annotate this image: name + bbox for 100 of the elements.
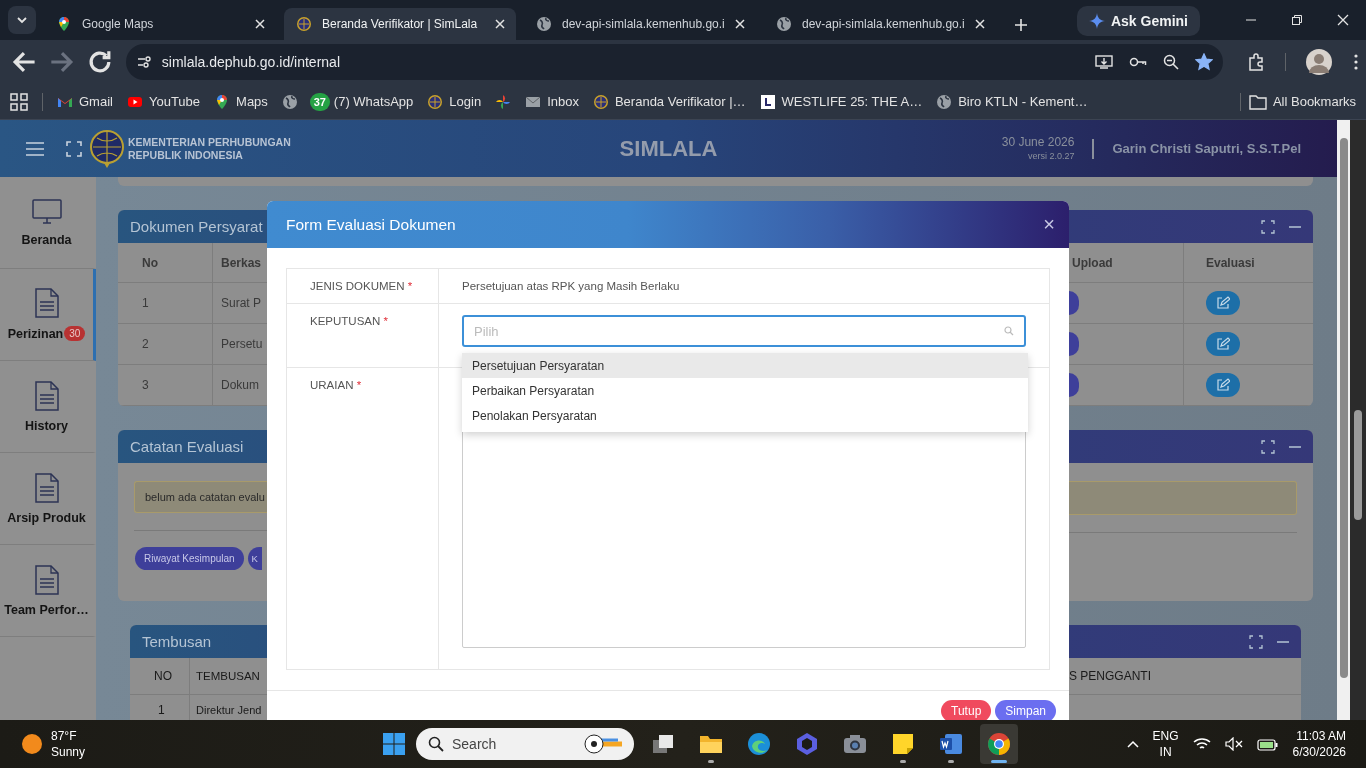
hexagon-icon[interactable] bbox=[795, 732, 819, 756]
star-icon[interactable] bbox=[1195, 53, 1214, 71]
bookmark-link[interactable]: Biro KTLN - Kement… bbox=[936, 93, 1088, 110]
browser-icon[interactable] bbox=[747, 732, 771, 756]
bookmark-link[interactable]: Gmail bbox=[57, 93, 113, 110]
menu-icon[interactable] bbox=[1354, 54, 1358, 70]
folder-icon bbox=[1248, 93, 1267, 110]
edit-button[interactable] bbox=[1206, 332, 1240, 356]
document-icon bbox=[34, 564, 59, 595]
bookmark-link[interactable]: Login bbox=[427, 93, 482, 110]
bookmark-link[interactable]: Inbox bbox=[525, 93, 579, 110]
taskbar-button[interactable] bbox=[980, 724, 1018, 764]
search-icon bbox=[1004, 326, 1014, 336]
scrollbar[interactable] bbox=[1350, 120, 1366, 720]
count-badge: 37 bbox=[309, 93, 330, 111]
scrollbar-thumb[interactable] bbox=[1340, 138, 1348, 678]
windows-icon[interactable] bbox=[652, 734, 674, 754]
upload-button[interactable] bbox=[1069, 332, 1079, 356]
upload-button[interactable] bbox=[1069, 373, 1079, 397]
site-settings-icon[interactable] bbox=[135, 54, 152, 70]
monitor-icon bbox=[31, 198, 62, 225]
nav-label: Arsip Produk bbox=[7, 510, 86, 525]
plus-icon[interactable] bbox=[1014, 18, 1028, 32]
restore-icon[interactable] bbox=[1291, 14, 1303, 26]
column-header: NO bbox=[130, 658, 190, 695]
pill-button[interactable]: Riwayat Kesimpulan bbox=[135, 547, 244, 570]
language-indicator[interactable]: ENG IN bbox=[1152, 728, 1179, 760]
globe-icon[interactable] bbox=[281, 93, 298, 110]
user-name[interactable]: Garin Christi Saputri, S.S.T.Pel bbox=[1112, 141, 1301, 156]
nav-label: Team Perfor… bbox=[4, 602, 89, 617]
start-icon[interactable] bbox=[382, 732, 406, 756]
expand-icon[interactable] bbox=[1249, 634, 1263, 649]
bookmark-link[interactable]: WESTLIFE 25: THE A… bbox=[759, 93, 923, 110]
battery-icon[interactable] bbox=[1256, 737, 1279, 751]
expand-icon[interactable] bbox=[1261, 439, 1275, 454]
install-icon[interactable] bbox=[1095, 54, 1114, 70]
expand-icon[interactable] bbox=[1261, 219, 1275, 234]
save-button[interactable]: Simpan bbox=[995, 700, 1056, 720]
clock[interactable]: 11:03 AM 6/30/2026 bbox=[1292, 728, 1346, 760]
folder-icon[interactable] bbox=[699, 734, 723, 754]
pinwheel-icon[interactable] bbox=[495, 93, 512, 110]
dropdown-option[interactable]: Perbaikan Persyaratan bbox=[462, 378, 1028, 403]
tab-search-button[interactable] bbox=[8, 6, 36, 34]
extensions-icon[interactable] bbox=[1247, 53, 1266, 71]
field-label: KEPUTUSAN * bbox=[287, 304, 439, 367]
ball-icon bbox=[582, 733, 622, 755]
address-bar[interactable]: simlala.dephub.go.id/internal bbox=[125, 44, 1224, 80]
browser-tab[interactable]: dev-api-simlala.kemenhub.go.i bbox=[524, 8, 756, 40]
table-cell: 1 bbox=[118, 283, 213, 324]
scrollbar[interactable] bbox=[1337, 120, 1350, 720]
dropdown-option[interactable]: Penolakan Persyaratan bbox=[462, 403, 1028, 428]
key-icon[interactable] bbox=[1129, 55, 1148, 69]
table-cell: 3 bbox=[118, 365, 213, 406]
mute-icon[interactable] bbox=[1224, 737, 1243, 751]
close-button[interactable]: × bbox=[1043, 213, 1055, 236]
dropdown-option[interactable]: Persetujuan Persyaratan bbox=[462, 353, 1028, 378]
camera-icon[interactable] bbox=[843, 734, 867, 754]
chevron-up-icon[interactable] bbox=[1126, 740, 1139, 748]
bookmark-link[interactable]: All Bookmarks bbox=[1248, 93, 1356, 110]
fullscreen-icon[interactable] bbox=[66, 140, 82, 157]
wifi-icon[interactable] bbox=[1192, 737, 1211, 751]
document-icon bbox=[34, 380, 59, 411]
field-label: URAIAN * bbox=[287, 368, 439, 669]
close-icon[interactable] bbox=[974, 18, 986, 30]
search-field[interactable]: Search bbox=[416, 728, 634, 760]
sticky-note-icon[interactable] bbox=[892, 733, 914, 755]
browser-tab[interactable]: Google Maps bbox=[44, 8, 276, 40]
gemini-button[interactable]: Ask Gemini bbox=[1076, 6, 1200, 36]
close-icon[interactable] bbox=[254, 18, 266, 30]
avatar[interactable] bbox=[1306, 49, 1332, 75]
close-icon[interactable] bbox=[734, 18, 746, 30]
close-button[interactable]: Tutup bbox=[941, 700, 992, 720]
bookmark-link[interactable]: 37 (7) WhatsApp bbox=[311, 94, 414, 109]
browser-tab[interactable]: dev-api-simlala.kemenhub.go.i bbox=[764, 8, 996, 40]
sparkle-icon bbox=[1088, 13, 1105, 29]
panel-title: Dokumen Persyarat bbox=[129, 217, 264, 237]
document-icon[interactable] bbox=[939, 733, 963, 755]
upload-button[interactable] bbox=[1069, 291, 1079, 315]
bookmark-link[interactable]: Maps bbox=[214, 93, 268, 110]
document-icon bbox=[34, 288, 59, 318]
globe-icon bbox=[536, 16, 552, 32]
close-icon[interactable] bbox=[1337, 14, 1349, 26]
edit-button[interactable] bbox=[1206, 373, 1240, 397]
bookmark-link[interactable]: Beranda Verifikator |… bbox=[592, 93, 746, 110]
apps-icon[interactable] bbox=[10, 92, 28, 111]
edit-button[interactable] bbox=[1206, 291, 1240, 315]
zoom-out-icon[interactable] bbox=[1163, 54, 1180, 70]
close-icon[interactable] bbox=[494, 18, 506, 30]
edit-icon bbox=[1216, 378, 1230, 392]
scrollbar-thumb[interactable] bbox=[1354, 410, 1362, 520]
nav-label: History bbox=[24, 418, 69, 433]
pill-button[interactable]: K bbox=[247, 547, 262, 570]
weather-widget[interactable]: 87°F Sunny bbox=[21, 728, 86, 760]
column-header: No bbox=[118, 243, 213, 283]
browser-tab[interactable]: Beranda Verifikator | SimLala bbox=[284, 8, 516, 40]
bookmark-link[interactable]: YouTube bbox=[126, 93, 201, 110]
column-header: Evaluasi bbox=[1184, 243, 1313, 283]
emblem-icon bbox=[427, 93, 444, 110]
chrome-icon[interactable] bbox=[987, 732, 1011, 756]
date-text: 30 June 2026 bbox=[1001, 134, 1075, 149]
